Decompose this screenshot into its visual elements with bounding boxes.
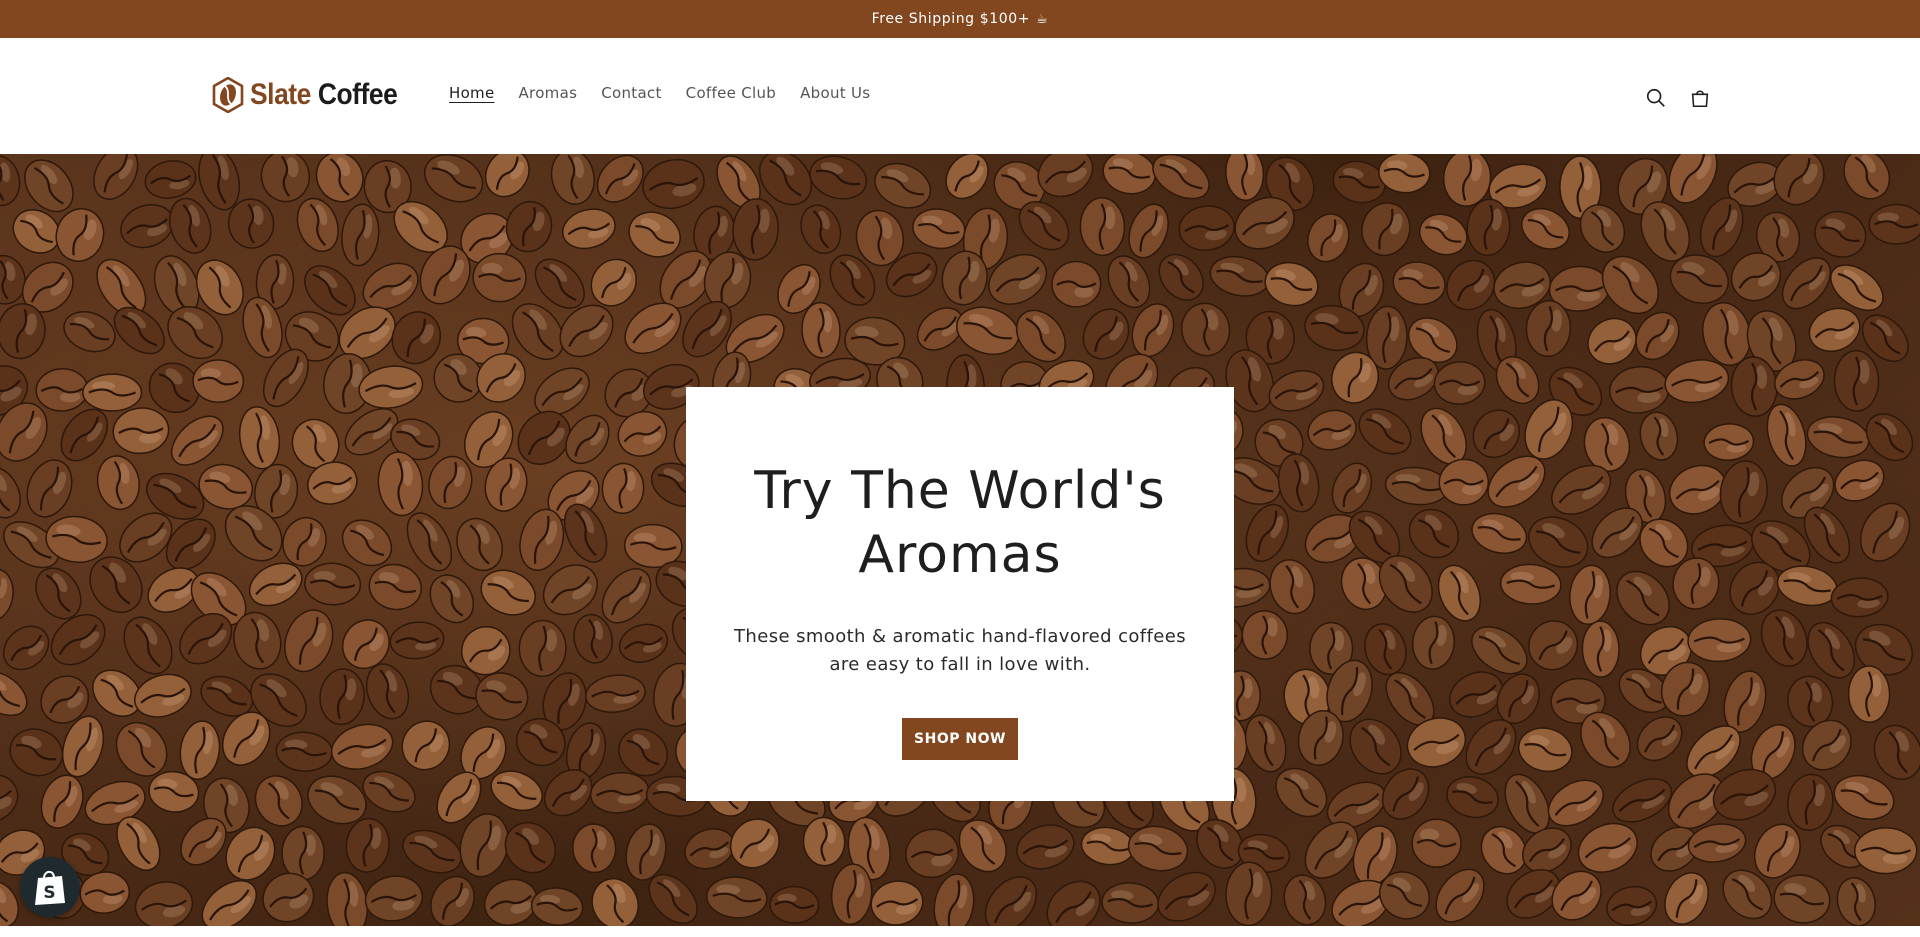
nav-aromas[interactable]: Aromas <box>519 84 578 102</box>
svg-text:S: S <box>43 883 55 903</box>
logo-word-slate: Slate <box>250 78 311 111</box>
nav-contact[interactable]: Contact <box>601 84 661 102</box>
logo-text: Slate Coffee <box>250 78 398 112</box>
cart-button[interactable] <box>1684 82 1716 114</box>
site-header: Slate Coffee Home Aromas Contact Coffee … <box>0 38 1920 154</box>
header-actions <box>1640 82 1716 114</box>
nav-home[interactable]: Home <box>449 84 495 102</box>
shopify-badge[interactable]: S <box>20 857 80 917</box>
hero-subtitle: These smooth & aromatic hand-flavored co… <box>734 626 1186 675</box>
hero-banner: Try The World's Aromas These smooth & ar… <box>0 154 1920 926</box>
cart-icon <box>1691 90 1709 108</box>
nav-about-us[interactable]: About Us <box>800 84 870 102</box>
shopify-bag-icon: S <box>35 870 65 905</box>
shop-now-button[interactable]: SHOP NOW <box>902 718 1018 760</box>
coffee-bean-icon <box>212 77 244 113</box>
page-bottom-strip <box>0 926 1920 937</box>
announcement-bar: Free Shipping $100+ ☕ <box>0 0 1920 38</box>
hero-title: Try The World's Aromas <box>754 461 1166 585</box>
main-nav: Home Aromas Contact Coffee Club About Us <box>449 84 894 102</box>
search-icon <box>1646 88 1665 107</box>
announcement-text: Free Shipping $100+ <box>871 11 1031 27</box>
nav-coffee-club[interactable]: Coffee Club <box>686 84 776 102</box>
logo[interactable]: Slate Coffee <box>212 74 417 116</box>
hero-card: Try The World's Aromas These smooth & ar… <box>686 387 1234 801</box>
logo-word-coffee: Coffee <box>317 78 398 111</box>
coffee-cup-icon: ☕ <box>1036 11 1049 27</box>
search-button[interactable] <box>1640 82 1672 114</box>
